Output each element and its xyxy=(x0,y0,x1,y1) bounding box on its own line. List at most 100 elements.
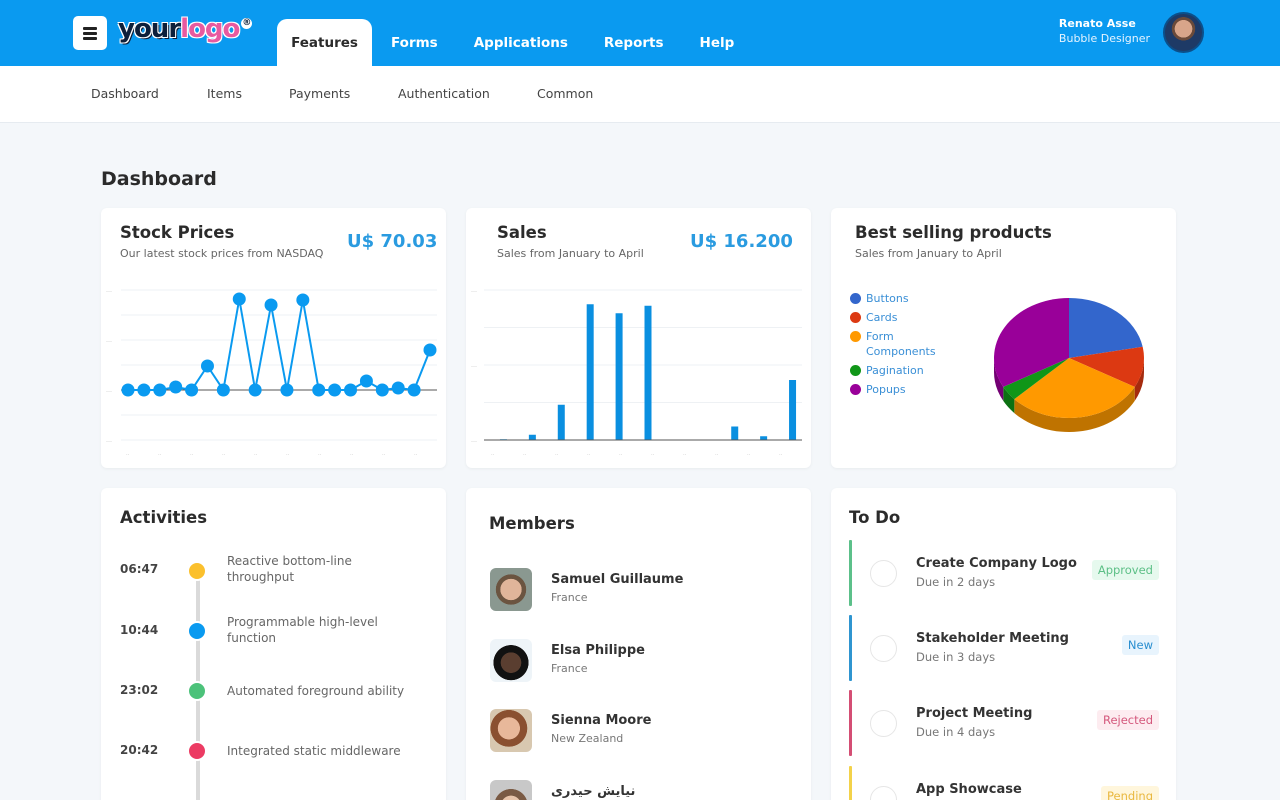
card-title: Members xyxy=(489,514,575,533)
y-tick-label: … xyxy=(106,337,112,344)
logo-text-your: your xyxy=(118,14,181,44)
y-tick-label: … xyxy=(471,437,477,444)
member-avatar xyxy=(490,709,532,752)
x-tick-label: ‥ xyxy=(286,451,289,457)
todo-status-bar xyxy=(849,540,852,606)
x-tick-label: ‥ xyxy=(587,451,590,457)
member-avatar xyxy=(490,780,532,800)
user-info[interactable]: Renato Asse Bubble Designer xyxy=(1059,17,1150,45)
subnav-common[interactable]: Common xyxy=(537,86,593,101)
x-tick-label: ‥ xyxy=(747,451,750,457)
activity-item: 06:47 Reactive bottom-line throughput xyxy=(120,552,430,592)
logo-text-logo: logo xyxy=(180,14,240,44)
todo-checkbox[interactable] xyxy=(870,635,897,662)
x-tick-label: ‥ xyxy=(190,451,193,457)
stock-data-point xyxy=(344,383,358,397)
stock-data-point xyxy=(359,374,373,388)
activity-text: Programmable high-level function xyxy=(227,615,378,645)
stock-data-point xyxy=(121,383,135,397)
todo-item: Stakeholder Meeting Due in 3 days New xyxy=(849,615,1159,681)
logo[interactable]: your logo ® xyxy=(118,14,253,50)
y-tick-label: … xyxy=(106,437,112,444)
nav-tab-features[interactable]: Features xyxy=(277,19,372,66)
todo-checkbox[interactable] xyxy=(870,710,897,737)
x-tick-label: ‥ xyxy=(126,451,129,457)
stock-data-point xyxy=(169,380,183,394)
todo-checkbox[interactable] xyxy=(870,560,897,587)
subnav-payments[interactable]: Payments xyxy=(289,86,350,101)
member-avatar xyxy=(490,639,532,682)
sales-bar xyxy=(586,304,594,440)
member-name: نیایش حیدری xyxy=(551,784,636,799)
x-tick-label: ‥ xyxy=(619,451,622,457)
stock-prices-card: Stock Prices Our latest stock prices fro… xyxy=(101,208,446,468)
stock-data-point xyxy=(407,383,421,397)
member-country: France xyxy=(551,662,588,675)
main-nav: Features Forms Applications Reports Help xyxy=(277,19,752,66)
nav-tab-forms[interactable]: Forms xyxy=(372,19,456,66)
todo-due: Due in 4 days xyxy=(916,725,996,739)
y-tick-label: … xyxy=(106,287,112,294)
hamburger-icon xyxy=(83,27,97,40)
todo-title: Stakeholder Meeting xyxy=(916,631,1069,646)
subnav-authentication[interactable]: Authentication xyxy=(398,86,490,101)
todo-title: App Showcase xyxy=(916,782,1022,797)
status-badge: Pending xyxy=(1101,786,1159,800)
stock-data-point xyxy=(280,383,294,397)
sales-bar xyxy=(760,436,768,440)
x-tick-label: ‥ xyxy=(318,451,321,457)
stock-data-point xyxy=(312,383,326,397)
member-name: Sienna Moore xyxy=(551,713,652,728)
stock-data-point xyxy=(423,343,437,357)
y-tick-label: … xyxy=(471,287,477,294)
x-tick-label: ‥ xyxy=(414,451,417,457)
stock-data-point xyxy=(375,383,389,397)
member-item[interactable]: نیایش حیدری xyxy=(490,780,790,800)
sales-bar xyxy=(789,380,797,440)
top-bar: your logo ® Features Forms Applications … xyxy=(0,0,1280,66)
best-selling-card: Best selling products Sales from January… xyxy=(831,208,1176,468)
stock-line-chart: … … … … ‥ ‥ ‥ ‥ ‥ ‥ ‥ ‥ ‥ ‥ xyxy=(106,287,437,457)
todo-status-bar xyxy=(849,766,852,800)
subnav-items[interactable]: Items xyxy=(207,86,242,101)
member-item[interactable]: Samuel Guillaume France xyxy=(490,568,790,612)
x-tick-label: ‥ xyxy=(555,451,558,457)
member-item[interactable]: Elsa Philippe France xyxy=(490,639,790,683)
activity-dot-icon xyxy=(187,561,207,581)
stock-data-point xyxy=(264,298,278,312)
todo-title: Project Meeting xyxy=(916,706,1033,721)
stock-line-series xyxy=(128,298,431,393)
nav-tab-applications[interactable]: Applications xyxy=(456,19,586,66)
x-tick-label: ‥ xyxy=(350,451,353,457)
member-name: Samuel Guillaume xyxy=(551,572,684,587)
activity-item: 20:42 Integrated static middleware xyxy=(120,734,430,774)
nav-tab-reports[interactable]: Reports xyxy=(586,19,682,66)
activity-text: Automated foreground ability xyxy=(227,684,405,698)
subnav-dashboard[interactable]: Dashboard xyxy=(91,86,159,101)
y-tick-label: … xyxy=(471,362,477,369)
x-tick-label: ‥ xyxy=(715,451,718,457)
nav-tab-help[interactable]: Help xyxy=(682,19,753,66)
stock-data-point xyxy=(232,292,246,306)
card-title: To Do xyxy=(849,508,901,527)
todo-due: Due in 3 days xyxy=(916,650,996,664)
status-badge: New xyxy=(1121,635,1159,655)
member-item[interactable]: Sienna Moore New Zealand xyxy=(490,709,790,753)
menu-button[interactable] xyxy=(73,16,107,50)
status-badge: Approved xyxy=(1091,560,1159,580)
x-tick-label: ‥ xyxy=(254,451,257,457)
todo-checkbox[interactable] xyxy=(870,786,897,800)
page-title: Dashboard xyxy=(101,168,217,190)
stock-data-point xyxy=(328,383,342,397)
activity-dot-icon xyxy=(187,681,207,701)
todo-title: Create Company Logo xyxy=(916,556,1077,571)
activity-time: 10:44 xyxy=(120,623,159,637)
user-avatar[interactable] xyxy=(1163,12,1204,53)
sales-bar xyxy=(615,313,623,440)
stock-data-point xyxy=(216,383,230,397)
activity-time: 23:02 xyxy=(120,683,159,697)
y-tick-label: … xyxy=(106,387,112,394)
activity-item: 23:02 Automated foreground ability xyxy=(120,674,430,714)
x-tick-label: ‥ xyxy=(491,451,494,457)
products-pie-chart xyxy=(994,298,1144,432)
